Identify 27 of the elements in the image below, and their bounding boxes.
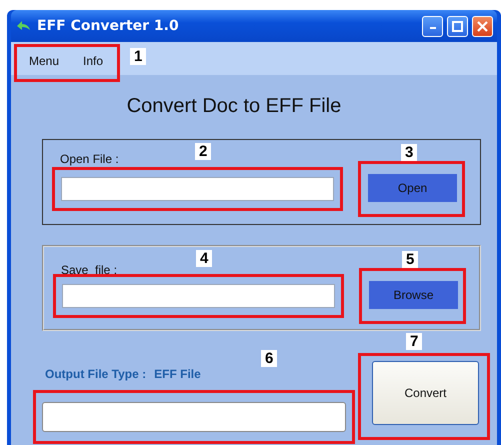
annotation-number: 1 (130, 48, 146, 65)
close-icon (477, 20, 488, 32)
browse-button[interactable]: Browse (369, 281, 458, 309)
annotation-number: 6 (261, 350, 278, 367)
menu-item[interactable]: Menu (29, 52, 60, 70)
annotation-number: 2 (195, 143, 212, 160)
file-path-field[interactable] (61, 177, 334, 201)
minimize-button[interactable] (422, 16, 443, 36)
annotation-number: 5 (402, 251, 418, 268)
maximize-icon (452, 20, 463, 32)
arrow-icon (15, 20, 31, 32)
window-title: EFF Converter 1.0 (37, 16, 179, 36)
output-type-value: EFF File (154, 366, 201, 383)
annotation-number: 7 (406, 333, 422, 350)
file-path-field[interactable] (62, 284, 335, 308)
annotation-number: 3 (401, 144, 418, 161)
output-type-label: Output File Type : (45, 366, 146, 383)
annotation-number: 4 (196, 250, 212, 267)
open-button[interactable]: Open (368, 174, 457, 202)
field-label: Save file : (61, 262, 118, 279)
field-label: Open File : (60, 151, 119, 168)
heading: Convert Doc to EFF File (126, 94, 342, 119)
output-field[interactable] (42, 402, 346, 432)
maximize-button[interactable] (447, 16, 468, 36)
menu-item[interactable]: Info (83, 52, 104, 70)
convert-button[interactable]: Convert (372, 361, 479, 425)
close-button[interactable] (472, 16, 493, 36)
